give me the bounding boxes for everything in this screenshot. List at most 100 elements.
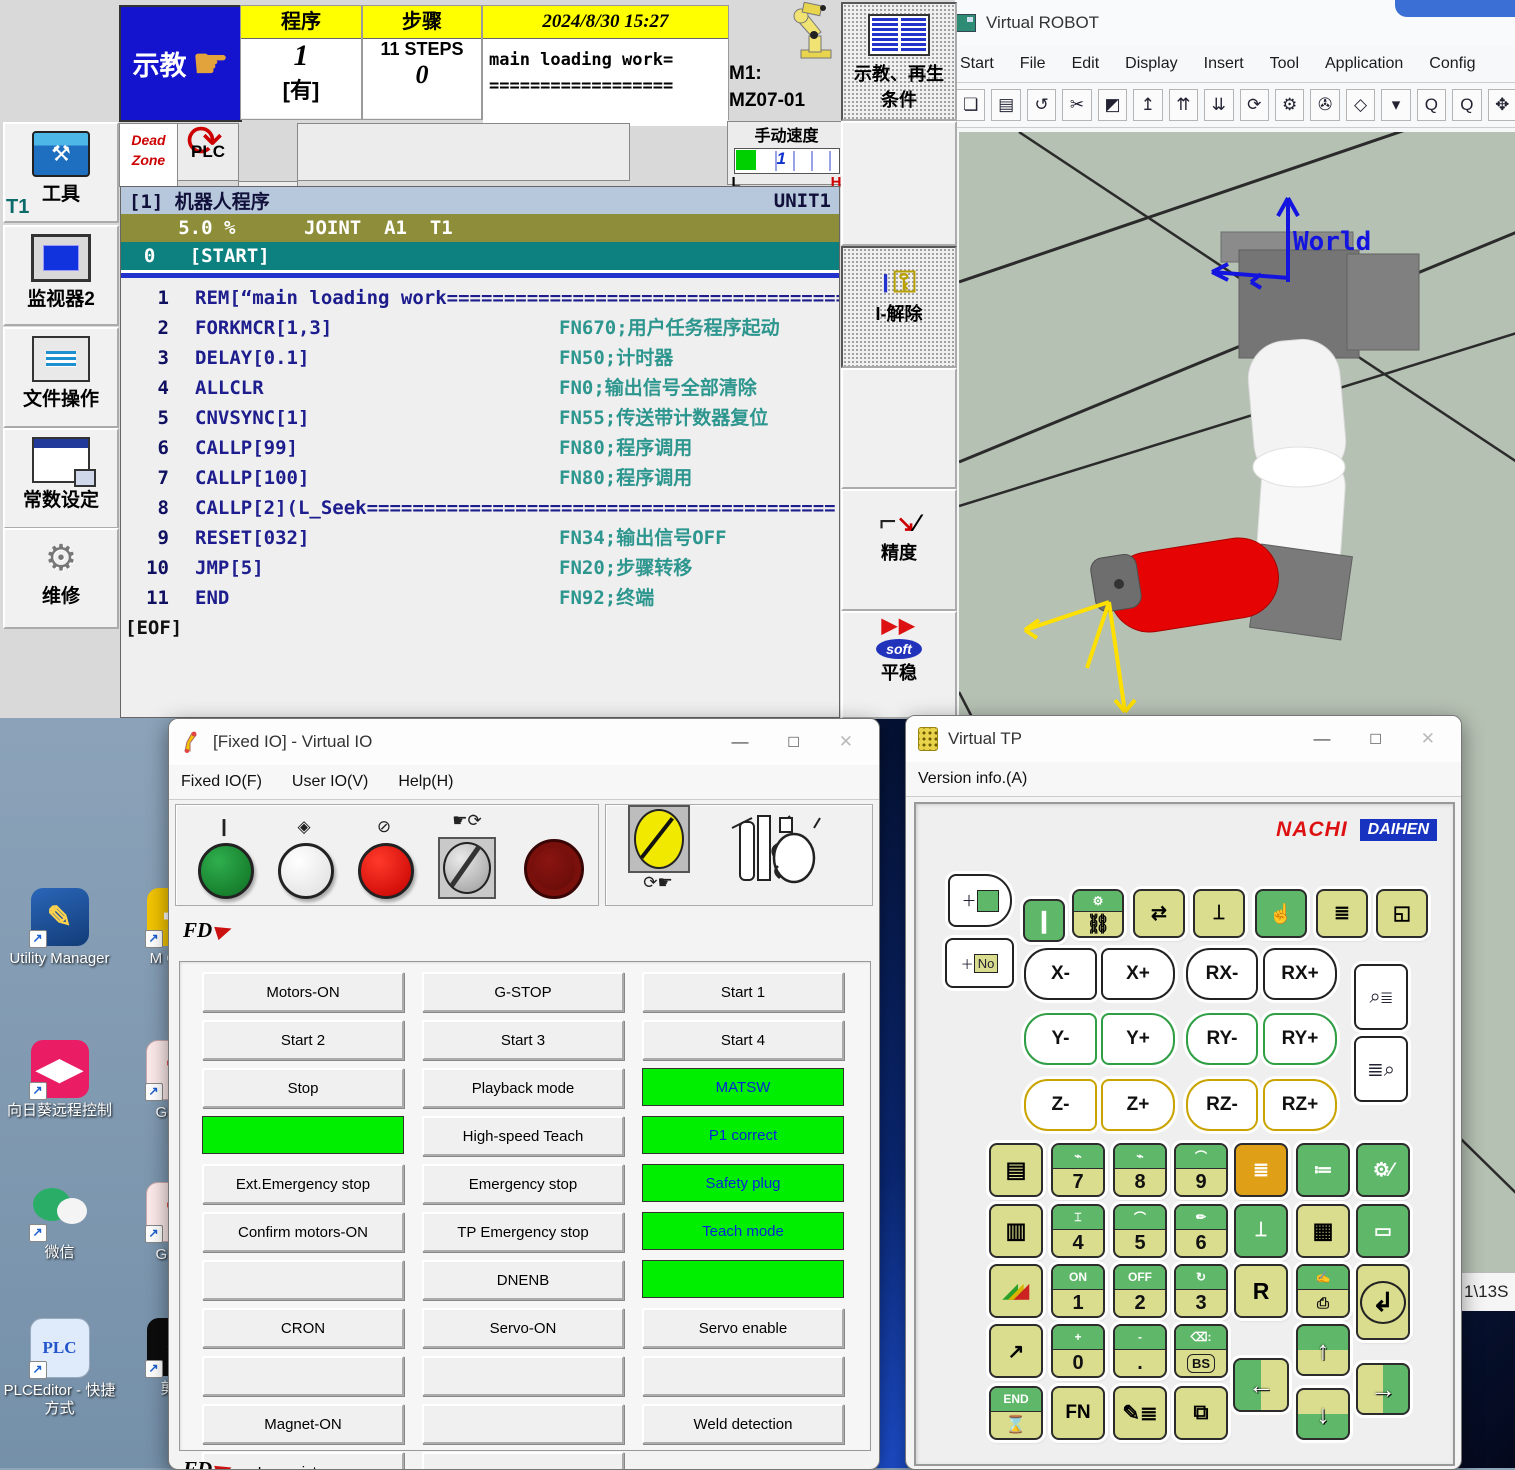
fio-button[interactable]: [202, 1356, 404, 1396]
emergency-stop-button[interactable]: [524, 839, 584, 899]
fio-button[interactable]: [202, 1260, 404, 1300]
program-line[interactable]: 8CALLP[2](L_Seek========================…: [121, 493, 839, 523]
cursor-left-key[interactable]: ←: [1233, 1358, 1289, 1412]
fio-button[interactable]: [422, 1404, 624, 1444]
menu-item[interactable]: Application: [1325, 55, 1403, 73]
robot-jog-icon[interactable]: ⚙: [1275, 89, 1304, 121]
num6-key[interactable]: ✏6: [1174, 1204, 1228, 1258]
fio-button[interactable]: Start 2: [202, 1020, 404, 1060]
screen-add-key[interactable]: ＋: [948, 874, 1012, 927]
jog-rz-minus-key[interactable]: RZ-: [1186, 1079, 1258, 1131]
save-icon[interactable]: ▤: [991, 89, 1020, 121]
fio-button[interactable]: [642, 1260, 844, 1298]
fio-button[interactable]: MATSW: [642, 1068, 844, 1106]
fio-button[interactable]: CRON: [202, 1308, 404, 1348]
zoom-window-icon[interactable]: Q: [1417, 89, 1446, 121]
overlap-key[interactable]: ≣: [1234, 1143, 1288, 1197]
transform-icon[interactable]: ⟳: [1240, 89, 1269, 121]
program-line[interactable]: 5CNVSYNC[1] FN55;传送带计数器复位: [121, 403, 839, 433]
fio-button[interactable]: [202, 1116, 404, 1154]
desktop-icon[interactable]: ✎ ↗ Utility Manager: [2, 888, 117, 968]
menu-item-version-info[interactable]: Version info.(A): [918, 770, 1027, 788]
fio-button[interactable]: Weld detection: [642, 1404, 844, 1444]
sidebar-item-maintenance[interactable]: ⚙ 维修: [3, 528, 119, 629]
deadman-switch-icon[interactable]: [722, 814, 822, 886]
view-dropdown-icon[interactable]: ▾: [1381, 89, 1410, 121]
fio-button[interactable]: DNENB: [422, 1260, 624, 1300]
menu-item[interactable]: Fixed IO(F): [181, 773, 262, 791]
program-line[interactable]: 10JMP[5] FN20;步骤转移: [121, 553, 839, 583]
pan-icon[interactable]: ✥: [1488, 89, 1515, 121]
program-line[interactable]: 1REM[“main loading work=================…: [121, 283, 839, 313]
cursor-right-key[interactable]: →: [1356, 1363, 1410, 1415]
program-line[interactable]: 6CALLP[99] FN80;程序调用: [121, 433, 839, 463]
maximize-button[interactable]: □: [788, 732, 798, 752]
view-mode-icon[interactable]: ◇: [1346, 89, 1375, 121]
sidebar-item-file-operations[interactable]: 文件操作: [3, 327, 119, 428]
zoom-in-out-icon[interactable]: Q: [1452, 89, 1481, 121]
map-key[interactable]: ▦: [1296, 1204, 1350, 1258]
check-speed-key[interactable]: ☝: [1255, 889, 1307, 938]
blank-button-2[interactable]: [841, 368, 957, 489]
mode-rotary-switch[interactable]: [438, 837, 496, 899]
jog-ry-plus-key[interactable]: RY+: [1263, 1013, 1337, 1065]
jog-z-minus-key[interactable]: Z-: [1024, 1079, 1097, 1131]
cursor-down-key[interactable]: ↓: [1296, 1388, 1350, 1440]
minimize-button[interactable]: —: [1313, 729, 1330, 749]
program-line[interactable]: 7CALLP[100] FN80;程序调用: [121, 463, 839, 493]
precision-button[interactable]: ⌐↘⁄ 精度: [841, 489, 957, 611]
fio-button[interactable]: Start 3: [422, 1020, 624, 1060]
jog-rz-plus-key[interactable]: RZ+: [1263, 1079, 1337, 1131]
maximize-button[interactable]: □: [1370, 729, 1380, 749]
fio-button[interactable]: [422, 1452, 624, 1470]
insert-model-icon[interactable]: ◩: [1098, 89, 1127, 121]
fio-button[interactable]: High-speed Teach: [422, 1116, 624, 1156]
jog-z-plus-key[interactable]: Z+: [1101, 1079, 1175, 1131]
screen-switch-key[interactable]: ◱: [1376, 889, 1428, 938]
num5-key[interactable]: ⌒5: [1113, 1204, 1167, 1258]
teach-mode-indicator[interactable]: 示教 ☛: [119, 5, 242, 122]
io-monitor-key[interactable]: ▭: [1356, 1204, 1410, 1258]
fio-button[interactable]: Confirm motors-ON: [202, 1212, 404, 1252]
speed-ramp-key[interactable]: ◢◢◢: [989, 1264, 1043, 1318]
jog-x-plus-key[interactable]: X+: [1101, 948, 1175, 1000]
unit-key[interactable]: ▤: [989, 1143, 1043, 1197]
jog-ry-minus-key[interactable]: RY-: [1186, 1013, 1258, 1065]
interference-release-button[interactable]: Ⅰ⚿ I-解除: [841, 246, 957, 368]
robot-select-key[interactable]: ⚙⛓: [1072, 889, 1124, 938]
fio-button[interactable]: TP Emergency stop: [422, 1212, 624, 1252]
fio-button[interactable]: Safety plug: [642, 1164, 844, 1202]
interpolation-key[interactable]: ↗: [989, 1324, 1043, 1378]
num8-key[interactable]: ⌁8: [1113, 1143, 1167, 1197]
menu-item[interactable]: User IO(V): [292, 773, 368, 791]
fio-button[interactable]: Teach mode: [642, 1212, 844, 1250]
unit2-key[interactable]: ▥: [989, 1204, 1043, 1258]
jog-rx-plus-key[interactable]: RX+: [1263, 948, 1337, 1000]
program-line[interactable]: 9RESET[032] FN34;输出信号OFF: [121, 523, 839, 553]
program-list-key[interactable]: ≣: [1316, 889, 1368, 938]
check-back-key[interactable]: ≣⌕: [1354, 1036, 1408, 1102]
synchro-key[interactable]: ⇄: [1133, 889, 1185, 938]
menu-item[interactable]: File: [1020, 55, 1046, 73]
frames-dim-icon[interactable]: ⇊: [1204, 89, 1233, 121]
speed-bar[interactable]: 1: [734, 148, 840, 174]
menu-item[interactable]: Display: [1125, 55, 1177, 73]
open-icon[interactable]: ❏: [956, 89, 985, 121]
fio-button[interactable]: Start 4: [642, 1020, 844, 1060]
frames-icon[interactable]: ⇈: [1169, 89, 1198, 121]
clipboard-key[interactable]: ⧉: [1174, 1386, 1228, 1440]
fio-button[interactable]: Emergency stop: [422, 1164, 624, 1204]
measure-icon[interactable]: ✇: [1310, 89, 1339, 121]
fio-button[interactable]: Stop: [202, 1068, 404, 1108]
num4-key[interactable]: ⌶4: [1051, 1204, 1105, 1258]
menu-item[interactable]: Edit: [1072, 55, 1100, 73]
fio-button[interactable]: Servo-ON: [422, 1308, 624, 1348]
check-go-key[interactable]: ⌕≣: [1354, 964, 1408, 1030]
cursor-up-key[interactable]: ↑: [1296, 1324, 1350, 1376]
teach-playback-condition-button[interactable]: 示教、再生 条件: [841, 2, 957, 121]
close-button[interactable]: ✕: [1421, 729, 1435, 749]
menu-item[interactable]: Tool: [1270, 55, 1299, 73]
shift-window-key[interactable]: ≔: [1296, 1143, 1350, 1197]
record-key[interactable]: ✍⎙: [1296, 1264, 1350, 1318]
num0-plus-key[interactable]: +0: [1051, 1324, 1105, 1378]
